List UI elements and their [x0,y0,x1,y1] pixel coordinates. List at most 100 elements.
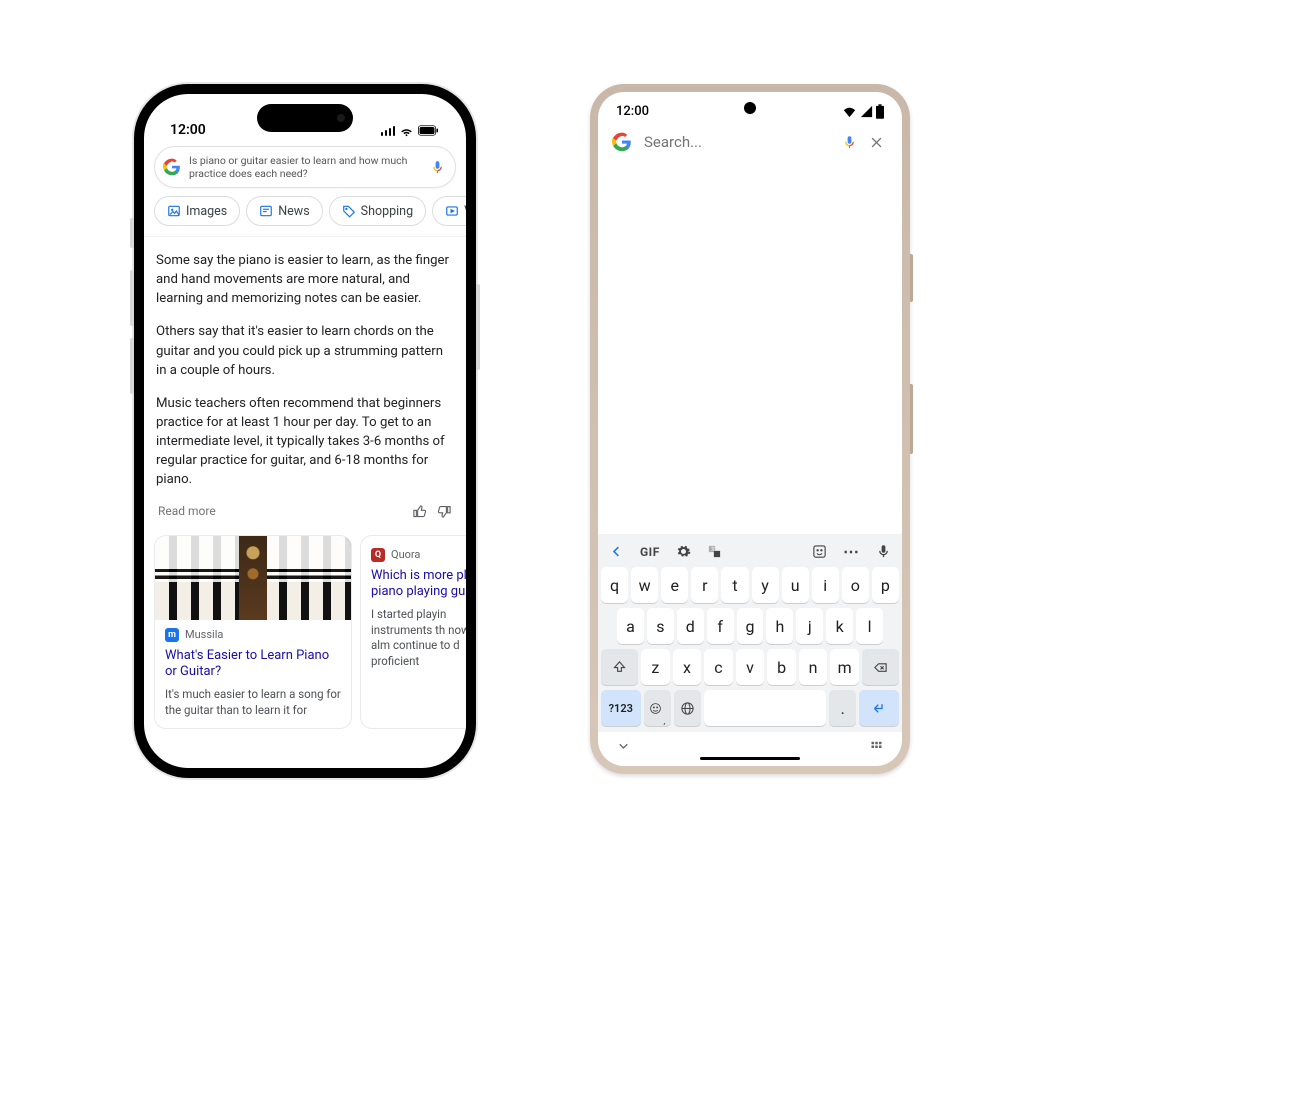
chip-label: Vide [464,204,466,219]
symbols-key[interactable]: ?123 [601,690,641,726]
key-u[interactable]: u [782,567,809,603]
key-v[interactable]: v [736,649,765,685]
search-placeholder: Search... [644,133,830,151]
play-icon [445,204,459,218]
gboard-keyboard[interactable]: GIF 文 ⋯ q w e r t y u i o [598,534,902,732]
search-bar[interactable]: Is piano or guitar easier to learn and h… [154,146,456,188]
close-icon[interactable] [869,135,884,150]
spacebar-key[interactable] [704,690,826,726]
key-w[interactable]: w [631,567,658,603]
tag-icon [342,204,356,218]
google-logo-icon [612,132,632,152]
key-m[interactable]: m [830,649,859,685]
voice-search-icon[interactable] [430,160,445,175]
key-g[interactable]: g [737,608,764,644]
status-time: 12:00 [170,122,206,138]
search-bar[interactable]: Search... [598,124,902,162]
home-indicator[interactable] [700,757,800,760]
translate-icon[interactable]: 文 [707,544,722,559]
mute-switch [130,218,134,248]
android-nav-bar [598,732,902,755]
answer-paragraph: Others say that it's easier to learn cho… [156,322,454,379]
globe-icon [680,701,695,716]
language-key[interactable] [674,690,701,726]
card-snippet: It's much easier to learn a song for the… [165,687,341,718]
thumbs-up-icon[interactable] [412,504,427,519]
empty-content [598,162,902,534]
result-card[interactable]: Q Quora Which is more playing piano play… [360,535,466,730]
dynamic-island [257,104,353,132]
chip-news[interactable]: News [246,196,322,226]
key-d[interactable]: d [677,608,704,644]
chip-row[interactable]: Images News Shopping Vide [144,196,466,237]
key-n[interactable]: n [799,649,828,685]
key-e[interactable]: e [661,567,688,603]
image-icon [167,204,181,218]
iphone-screen: 12:00 Is piano or guitar easier to learn… [144,94,466,768]
emoji-key[interactable]: , [644,690,671,726]
keyboard-switch-icon[interactable] [869,738,884,753]
key-b[interactable]: b [767,649,796,685]
wifi-icon [842,104,857,119]
key-o[interactable]: o [842,567,869,603]
source-name: Mussila [185,628,223,641]
keyboard-row-2: a s d f g h j k l [601,608,899,644]
read-more-link[interactable]: Read more [158,504,216,518]
keyboard-row-1: q w e r t y u i o p [601,567,899,603]
key-f[interactable]: f [707,608,734,644]
key-k[interactable]: k [826,608,853,644]
battery-icon [876,104,884,119]
gif-button[interactable]: GIF [640,545,660,559]
card-snippet: I started playin instruments th now, aft… [371,607,466,669]
microphone-icon[interactable] [876,544,891,559]
answer-paragraph: Music teachers often recommend that begi… [156,394,454,490]
search-query-text: Is piano or guitar easier to learn and h… [189,154,422,180]
shift-icon [612,660,627,675]
key-y[interactable]: y [752,567,779,603]
key-s[interactable]: s [647,608,674,644]
volume-down-button [130,338,134,394]
hide-keyboard-icon[interactable] [616,738,631,753]
key-c[interactable]: c [704,649,733,685]
chip-shopping[interactable]: Shopping [329,196,426,226]
key-x[interactable]: x [673,649,702,685]
backspace-key[interactable] [862,649,899,685]
enter-key[interactable] [859,690,899,726]
voice-search-icon[interactable] [842,135,857,150]
keyboard-row-4: ?123 , . [601,690,899,726]
period-key[interactable]: . [829,690,856,726]
battery-icon [418,123,440,138]
android-device-frame: 12:00 Search... GIF 文 [590,84,910,774]
card-title[interactable]: Which is more playing piano playing guit… [371,568,466,602]
result-cards[interactable]: m Mussila What's Easier to Learn Piano o… [144,527,466,730]
key-l[interactable]: l [856,608,883,644]
key-j[interactable]: j [796,608,823,644]
card-title[interactable]: What's Easier to Learn Piano or Guitar? [165,648,341,682]
more-icon[interactable]: ⋯ [843,542,860,561]
shift-key[interactable] [601,649,638,685]
key-t[interactable]: t [721,567,748,603]
key-r[interactable]: r [691,567,718,603]
key-q[interactable]: q [601,567,628,603]
key-a[interactable]: a [617,608,644,644]
key-z[interactable]: z [641,649,670,685]
key-i[interactable]: i [812,567,839,603]
source-favicon: m [165,628,179,642]
sticker-icon[interactable] [812,544,827,559]
status-time: 12:00 [616,104,649,119]
cellular-icon [381,125,396,136]
volume-rocker [910,384,913,454]
enter-icon [872,701,887,716]
chip-videos[interactable]: Vide [432,196,466,226]
gear-icon[interactable] [676,544,691,559]
key-h[interactable]: h [766,608,793,644]
key-p[interactable]: p [872,567,899,603]
thumbs-down-icon[interactable] [437,504,452,519]
chevron-left-icon[interactable] [609,544,624,559]
chip-images[interactable]: Images [154,196,240,226]
generative-answer: Some say the piano is easier to learn, a… [144,237,466,490]
android-screen: 12:00 Search... GIF 文 [598,92,902,766]
result-card[interactable]: m Mussila What's Easier to Learn Piano o… [154,535,352,730]
volume-up-button [130,270,134,326]
power-button [910,254,913,302]
